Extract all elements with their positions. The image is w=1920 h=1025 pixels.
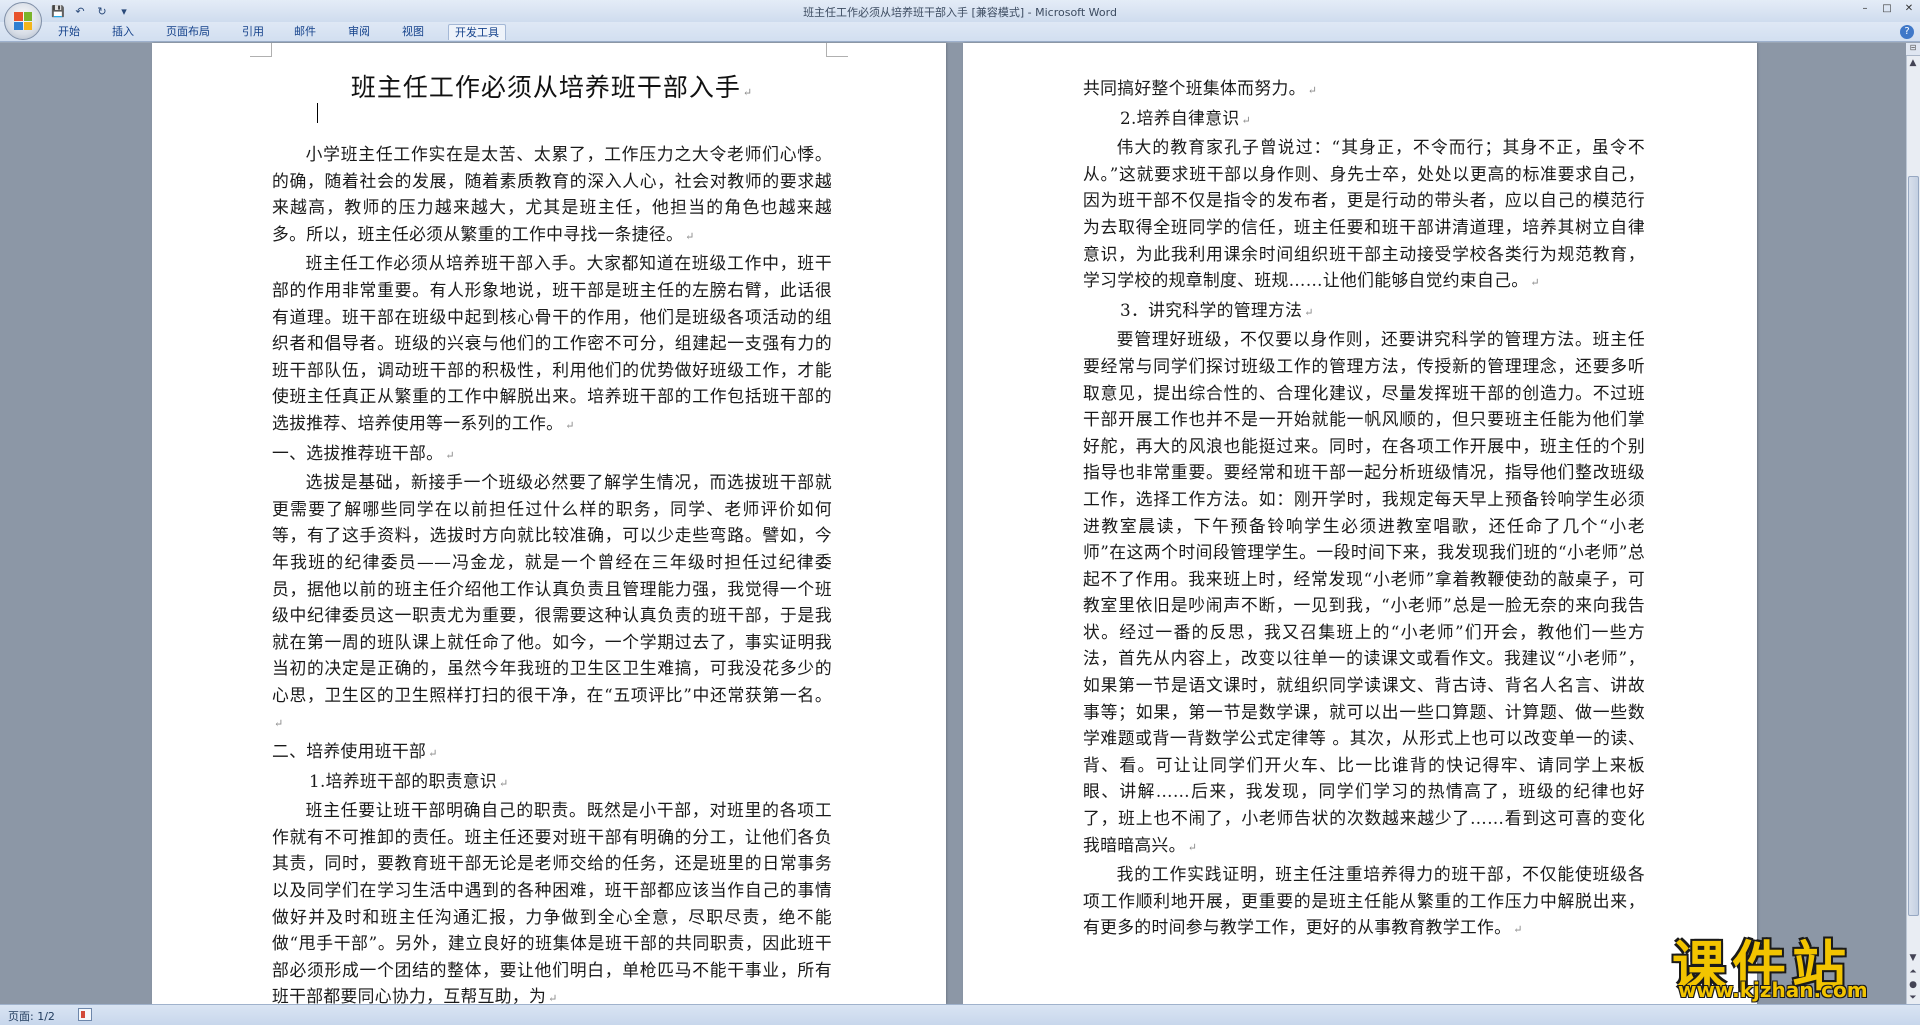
tab-mailings[interactable]: 邮件 — [288, 24, 322, 40]
section-heading: 一、选拔推荐班干部。 ↵ — [272, 442, 455, 463]
previous-page-icon[interactable]: ⏶ — [1907, 966, 1919, 978]
watermark-url: www.kjzhan.com — [1678, 978, 1868, 1002]
paragraph-mark: ↵ — [1187, 840, 1198, 854]
tab-developer[interactable]: 开发工具 — [448, 24, 506, 40]
paragraph-mark: ↵ — [565, 418, 575, 432]
paragraph-mark: ↵ — [274, 717, 284, 731]
title-bar: 💾 ↶ ↻ ▾ 班主任工作必须从培养班干部入手 [兼容模式] - Microso… — [0, 0, 1920, 22]
section-heading: 2.培养自律意识 ↵ — [1119, 107, 1252, 128]
section-heading: 共同搞好整个班集体而努力。 ↵ — [1083, 78, 1318, 98]
help-icon[interactable]: ? — [1900, 25, 1914, 39]
tab-review[interactable]: 审阅 — [342, 24, 376, 40]
margin-corner-mark — [250, 43, 272, 57]
tab-home[interactable]: 开始 — [52, 24, 86, 40]
minimize-icon[interactable]: – — [1858, 2, 1872, 16]
paragraph: 伟大的教育家孔子曾说过：“其身正，不令而行；其身不正，虽令不从。”这就要求班干部… — [1083, 137, 1645, 291]
text-cursor — [317, 103, 318, 123]
window-controls: – □ ✕ — [1858, 2, 1916, 16]
document-page-1[interactable]: 班主任工作必须从培养班干部入手 ↵ 小学班主任工作实在是太苦、太累了，工作压力之大… — [152, 43, 946, 1006]
office-logo-icon — [14, 12, 32, 30]
view-ruler-button[interactable]: ⊟ — [1906, 43, 1920, 56]
paragraph: 要管理好班级，不仅要以身作则，还要讲究科学的管理方法。班主任要经常与同学们探讨班… — [1083, 329, 1645, 855]
paragraph: 选拔是基础，新接手一个班级必然要了解学生情况，而选拔班干部就更需要了解哪些同学在… — [272, 472, 832, 731]
section-heading: 二、培养使用班干部 ↵ — [272, 741, 438, 762]
maximize-icon[interactable]: □ — [1880, 2, 1894, 16]
paragraph: 小学班主任工作实在是太苦、太累了，工作压力之大令老师们心悸。的确，随着社会的发展… — [272, 144, 832, 244]
scrollbar-thumb[interactable] — [1908, 176, 1919, 916]
paragraph-mark: ↵ — [1530, 276, 1540, 290]
document-page-2[interactable]: 共同搞好整个班集体而努力。 ↵ 2.培养自律意识 ↵ 伟大的教育家孔子曾说过：“其身正，… — [963, 43, 1757, 1004]
paragraph-mark: ↵ — [445, 448, 455, 462]
paragraph-mark: ↵ — [1513, 923, 1523, 937]
scroll-down-icon[interactable]: ▼ — [1907, 952, 1919, 964]
browse-object-icon[interactable]: ● — [1907, 979, 1919, 991]
tab-insert[interactable]: 插入 — [106, 24, 140, 40]
paragraph: 班主任工作必须从培养班干部入手。大家都知道在班级工作中，班干部的作用非常重要。有… — [272, 253, 832, 433]
close-icon[interactable]: ✕ — [1902, 2, 1916, 16]
margin-corner-mark — [826, 43, 848, 57]
office-button[interactable] — [4, 2, 42, 40]
page-count-status[interactable]: 页面: 1/2 — [8, 1008, 55, 1024]
page-1-body: 小学班主任工作实在是太苦、太累了，工作压力之大令老师们心悸。的确，随着社会的发展… — [272, 141, 832, 1013]
paragraph-mark: ↵ — [1307, 84, 1318, 97]
paragraph-mark: ↵ — [428, 747, 438, 761]
section-heading: 1.培养班干部的职责意识 ↵ — [308, 770, 509, 791]
vertical-scrollbar[interactable]: ▲ ▼ ⏶ ● ⏷ — [1906, 56, 1920, 1004]
macro-record-icon[interactable] — [78, 1008, 92, 1021]
paragraph: 我的工作实践证明，班主任注重培养得力的班干部，不仅能使班级各项工作顺利地开展，更… — [1083, 864, 1645, 938]
site-watermark: 课件站 www.kjzhan.com — [1668, 930, 1900, 1002]
document-workspace: 班主任工作必须从培养班干部入手 ↵ 小学班主任工作实在是太苦、太累了，工作压力之大… — [0, 43, 1912, 1006]
paragraph-mark: ↵ — [1241, 113, 1252, 127]
paragraph-mark: ↵ — [685, 229, 695, 243]
tab-page-layout[interactable]: 页面布局 — [160, 24, 216, 40]
paragraph-mark: ↵ — [498, 776, 509, 790]
tab-references[interactable]: 引用 — [236, 24, 270, 40]
scroll-up-icon[interactable]: ▲ — [1907, 57, 1919, 69]
section-heading: 3．讲究科学的管理方法 ↵ — [1119, 299, 1314, 320]
ribbon-tab-bar: 开始 插入 页面布局 引用 邮件 审阅 视图 开发工具 — [0, 22, 1920, 42]
page-2-body: 共同搞好整个班集体而努力。 ↵ 2.培养自律意识 ↵ 伟大的教育家孔子曾说过：“其身正，… — [1083, 75, 1645, 944]
document-title: 班主任工作必须从培养班干部入手 ↵ — [350, 73, 754, 102]
status-bar: 页面: 1/2 — [0, 1004, 1920, 1025]
paragraph: 班主任要让班干部明确自己的职责。既然是小干部，对班里的各项工作就有不可推卸的责任… — [272, 800, 832, 1007]
paragraph-mark: ↵ — [1304, 305, 1314, 319]
window-title: 班主任工作必须从培养班干部入手 [兼容模式] - Microsoft Word — [803, 6, 1117, 19]
next-page-icon[interactable]: ⏷ — [1907, 992, 1919, 1004]
tab-view[interactable]: 视图 — [396, 24, 430, 40]
